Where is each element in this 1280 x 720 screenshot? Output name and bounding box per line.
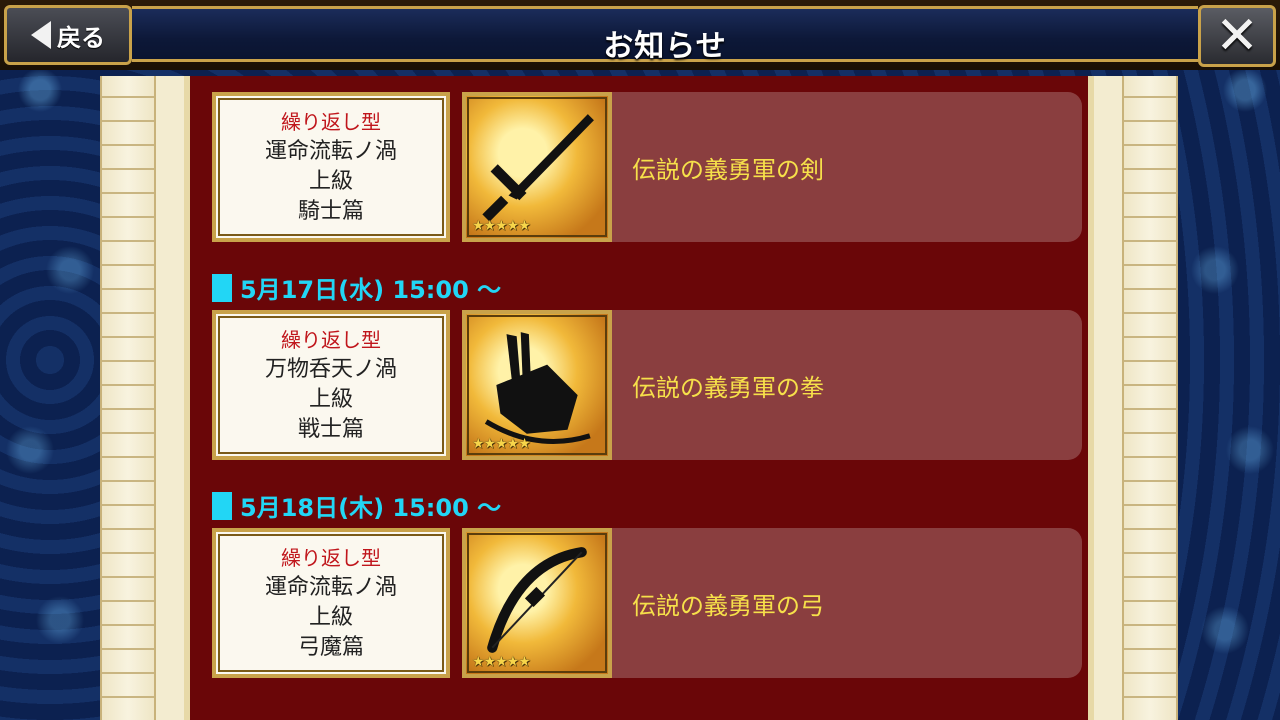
date-header: 5月17日(水) 15:00 〜: [212, 270, 501, 305]
date-text: 5月17日(水) 15:00 〜: [240, 276, 502, 304]
rarity-stars: ★★★★★: [472, 218, 531, 234]
quest-name: 万物呑天ノ渦: [264, 357, 397, 382]
reward-name: 伝説の義勇軍の剣: [632, 155, 824, 184]
reward-box: ★★★★★ 伝説の義勇軍の拳: [462, 310, 1082, 460]
quest-type: 繰り返し型: [281, 546, 381, 570]
quest-type: 繰り返し型: [281, 110, 381, 134]
close-button[interactable]: ✕: [1198, 5, 1276, 67]
back-arrow-icon: [31, 21, 51, 49]
reward-box: ★★★★★ 伝説の義勇軍の弓: [462, 528, 1082, 678]
date-marker: [212, 273, 232, 302]
bow-icon: ★★★★★: [462, 528, 612, 678]
quest-difficulty: 上級: [308, 169, 353, 194]
fist-icon: ★★★★★: [462, 310, 612, 460]
quest-chapter: 戦士篇: [297, 417, 364, 442]
quest-name: 運命流転ノ渦: [264, 139, 397, 164]
notice-content[interactable]: 繰り返し型 運命流転ノ渦 上級 騎士篇 ★★★★★ 伝説の義勇軍の剣 5月17日…: [184, 76, 1094, 720]
date-header: 5月18日(木) 15:00 〜: [212, 488, 501, 523]
reward-name: 伝説の義勇軍の弓: [632, 591, 824, 620]
quest-difficulty: 上級: [308, 387, 353, 412]
back-button[interactable]: 戻る: [4, 5, 132, 65]
header-bar: お知らせ 戻る ✕: [0, 0, 1280, 70]
quest-chapter: 騎士篇: [297, 199, 364, 224]
back-button-label: 戻る: [57, 23, 105, 52]
quest-reward-item: 繰り返し型 運命流転ノ渦 上級 騎士篇 ★★★★★ 伝説の義勇軍の剣: [212, 92, 1082, 242]
quest-card: 繰り返し型 万物呑天ノ渦 上級 戦士篇: [212, 310, 450, 460]
rarity-stars: ★★★★★: [472, 436, 531, 452]
close-icon: ✕: [1215, 6, 1259, 66]
scroll-edge-left: [100, 76, 156, 720]
scroll-edge-right: [1122, 76, 1178, 720]
rarity-stars: ★★★★★: [472, 654, 531, 670]
sword-icon: ★★★★★: [462, 92, 612, 242]
date-text: 5月18日(木) 15:00 〜: [240, 494, 502, 522]
title-bar: お知らせ: [132, 6, 1198, 64]
reward-name: 伝説の義勇軍の拳: [632, 373, 824, 402]
quest-reward-item: 繰り返し型 万物呑天ノ渦 上級 戦士篇 ★★★★★ 伝説の義勇軍の拳: [212, 310, 1082, 460]
page-title: お知らせ: [603, 29, 727, 64]
quest-name: 運命流転ノ渦: [264, 575, 397, 600]
quest-type: 繰り返し型: [281, 328, 381, 352]
quest-chapter: 弓魔篇: [297, 635, 364, 660]
quest-card: 繰り返し型 運命流転ノ渦 上級 騎士篇: [212, 92, 450, 242]
reward-box: ★★★★★ 伝説の義勇軍の剣: [462, 92, 1082, 242]
quest-difficulty: 上級: [308, 605, 353, 630]
quest-card: 繰り返し型 運命流転ノ渦 上級 弓魔篇: [212, 528, 450, 678]
quest-reward-item: 繰り返し型 運命流転ノ渦 上級 弓魔篇 ★★★★★ 伝説の義勇軍の弓: [212, 528, 1082, 678]
date-marker: [212, 491, 232, 520]
